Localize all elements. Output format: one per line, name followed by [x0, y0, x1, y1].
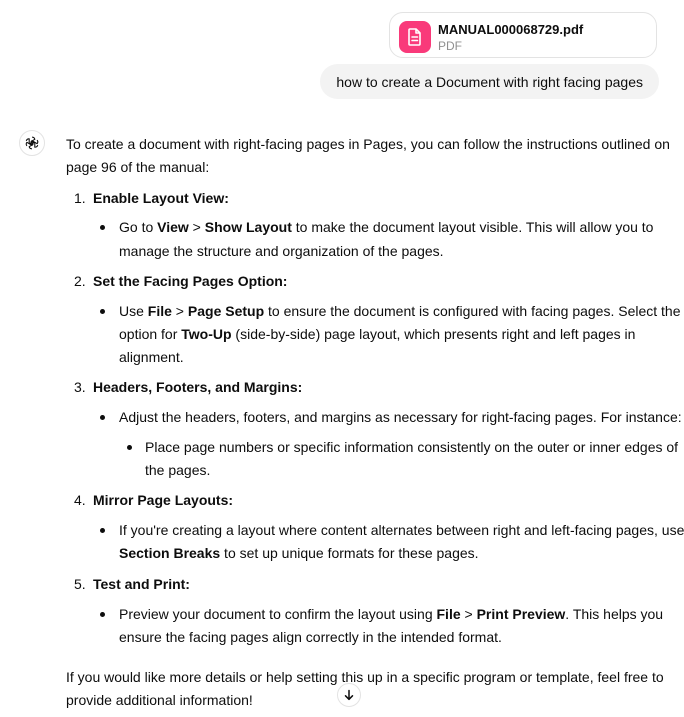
user-message-text: how to create a Document with right faci… — [336, 73, 643, 90]
document-icon — [399, 21, 431, 53]
scroll-to-bottom-button[interactable] — [337, 683, 361, 707]
step-4-bullet-line-2: Section Breaks to set up unique formats … — [119, 545, 479, 561]
step-3-bullet-line-1: Adjust the headers, footers, and margins… — [119, 409, 682, 425]
bullet-dot — [100, 309, 105, 314]
step-5-bullet-line-1: Preview your document to confirm the lay… — [119, 606, 664, 622]
step-3-number: 3. — [74, 379, 86, 395]
step-2-number: 2. — [74, 273, 86, 289]
step-4-bullet-line-1: If you're creating a layout where conten… — [119, 522, 684, 538]
attachment-card[interactable]: MANUAL000068729.pdf PDF — [389, 12, 657, 58]
step-5-title: Test and Print: — [93, 576, 190, 592]
outro-line-1: If you would like more details or help s… — [66, 669, 664, 685]
arrow-down-icon — [343, 689, 355, 701]
step-1-bullet-line-2: manage the structure and organization of… — [119, 243, 444, 259]
bullet-dot — [100, 612, 105, 617]
step-5-number: 5. — [74, 576, 86, 592]
step-4-title: Mirror Page Layouts: — [93, 492, 234, 508]
step-3-sub-bullet-line-1: Place page numbers or specific informati… — [145, 439, 679, 455]
intro-line-2: page 96 of the manual: — [66, 159, 210, 175]
step-2-bullet-line-2: option for Two-Up (side-by-side) page la… — [119, 326, 636, 342]
user-message-bubble: how to create a Document with right faci… — [320, 64, 659, 99]
intro-line-1: To create a document with right-facing p… — [66, 136, 670, 152]
sub-bullet-dot — [127, 445, 132, 450]
step-2-bullet-line-3: alignment. — [119, 349, 184, 365]
attachment-file-type: PDF — [438, 39, 462, 53]
step-2-bullet-line-1: Use File > Page Setup to ensure the docu… — [119, 303, 681, 319]
step-3-title: Headers, Footers, and Margins: — [93, 379, 303, 395]
step-3-sub-bullet-line-2: the pages. — [145, 462, 211, 478]
attachment-file-name: MANUAL000068729.pdf — [438, 22, 584, 37]
step-4-number: 4. — [74, 492, 86, 508]
outro-line-2: provide additional information! — [66, 692, 253, 708]
openai-logo-icon — [19, 130, 45, 156]
step-1-title: Enable Layout View: — [93, 190, 229, 206]
step-1-bullet-line-1: Go to View > Show Layout to make the doc… — [119, 219, 654, 235]
bullet-dot — [100, 225, 105, 230]
bullet-dot — [100, 415, 105, 420]
step-1-number: 1. — [74, 190, 86, 206]
step-5-bullet-line-2: ensure the facing pages align correctly … — [119, 629, 502, 645]
bullet-dot — [100, 528, 105, 533]
step-2-title: Set the Facing Pages Option: — [93, 273, 288, 289]
